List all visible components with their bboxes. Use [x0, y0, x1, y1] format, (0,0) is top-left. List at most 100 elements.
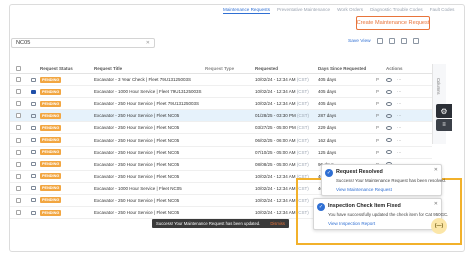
- request-title[interactable]: Excavator - 3 Year Check | Fleet 79U1312…: [94, 77, 205, 82]
- timezone: (CST): [296, 77, 309, 83]
- priority-letter: P: [376, 125, 380, 131]
- column-requested[interactable]: Requested: [255, 66, 318, 71]
- grid-icon[interactable]: [400, 38, 407, 44]
- days-since-requested: 405 days: [318, 77, 337, 83]
- row-checkbox[interactable]: [15, 185, 21, 191]
- gear-icon[interactable]: ⚙: [436, 104, 452, 118]
- requested-value: 10/02/24 - 12:34 AM: [255, 77, 296, 83]
- column-request-title[interactable]: Request Title: [94, 66, 205, 71]
- request-title[interactable]: Excavator - 250 Hour Service | Fleet NC0…: [94, 198, 205, 203]
- requested-value: 10/02/24 - 12:34 AM: [255, 89, 296, 95]
- create-maintenance-request-button[interactable]: Create Maintenance Request: [356, 16, 430, 30]
- request-title[interactable]: Excavator - 1000 Hour Service | Fleet NC…: [94, 186, 205, 191]
- more-icon[interactable]: ···: [397, 150, 402, 155]
- notification-title: Request Resolved: [336, 169, 383, 175]
- request-title[interactable]: Excavator - 250 Hour Service | Fleet NC0…: [94, 174, 205, 179]
- more-icon[interactable]: ···: [397, 113, 402, 118]
- row-checkbox[interactable]: [15, 125, 21, 131]
- tab-preventative-maintenance[interactable]: Preventative Maintenance: [277, 7, 330, 14]
- tab-fault-codes[interactable]: Fault Codes: [430, 7, 455, 14]
- row-checkbox[interactable]: [15, 89, 21, 95]
- status-badge: PENDING: [40, 173, 62, 180]
- notification-body: You have successfully updated the check …: [328, 212, 449, 217]
- request-title[interactable]: Excavator - 250 Hour Service | Fleet NC0…: [94, 162, 205, 167]
- request-title[interactable]: Excavator - 250 Hour Service | Fleet NC0…: [94, 113, 205, 118]
- more-icon[interactable]: ···: [397, 77, 402, 82]
- table-row[interactable]: PENDING Excavator - 1000 Hour Service | F…: [10, 86, 432, 99]
- column-days-since-requested[interactable]: Days Since Requested: [318, 66, 376, 71]
- close-icon[interactable]: ✕: [434, 167, 438, 173]
- table-row[interactable]: PENDING Excavator - 250 Hour Service | Fl…: [10, 122, 432, 135]
- table-row[interactable]: PENDING Excavator - 3 Year Check | Fleet …: [10, 74, 432, 87]
- requested-date: 03/27/25 - 05:00 PM (CST): [255, 125, 318, 130]
- expand-icon[interactable]: [412, 38, 419, 44]
- toast-dismiss-button[interactable]: Dismiss: [270, 221, 285, 226]
- row-checkbox[interactable]: [15, 210, 21, 216]
- status-badge: PENDING: [40, 112, 62, 119]
- save-view-button[interactable]: Save View: [348, 39, 371, 44]
- request-title[interactable]: Excavator - 250 Hour Service | Fleet NC0…: [94, 210, 205, 215]
- table-row[interactable]: PENDING Excavator - 250 Hour Service | Fl…: [10, 134, 432, 147]
- copy-icon[interactable]: [376, 38, 383, 44]
- row-checkbox[interactable]: [15, 113, 21, 119]
- view-icon[interactable]: [386, 138, 392, 143]
- search-input[interactable]: NC05 ✕: [11, 38, 155, 48]
- days-since-requested: 405 days: [318, 101, 337, 107]
- column-request-type[interactable]: Request Type: [205, 66, 255, 71]
- tab-work-orders[interactable]: Work Orders: [337, 7, 363, 14]
- view-maintenance-request-link[interactable]: View Maintenance Request: [336, 187, 392, 192]
- row-checkbox[interactable]: [15, 137, 21, 143]
- help-fab-button[interactable]: (—): [431, 218, 447, 234]
- request-title[interactable]: Excavator - 250 Hour Service | Fleet NC0…: [94, 125, 205, 130]
- view-icon[interactable]: [386, 113, 392, 118]
- requested-date: 07/10/25 - 05:00 AM (CST): [255, 150, 318, 155]
- note-icon: [30, 198, 36, 203]
- row-checkbox[interactable]: [15, 149, 21, 155]
- more-icon[interactable]: ···: [397, 101, 402, 106]
- status-badge: PENDING: [40, 76, 62, 83]
- view-icon[interactable]: [386, 101, 392, 106]
- requested-value: 10/02/24 - 12:34 AM: [255, 210, 296, 216]
- table-row[interactable]: PENDING Excavator - 250 Hour Service | Fl…: [10, 110, 432, 123]
- tab-maintenance-requests[interactable]: Maintenance Requests: [223, 7, 270, 14]
- priority-letter: P: [376, 101, 380, 107]
- row-checkbox[interactable]: [15, 173, 21, 179]
- row-checkbox[interactable]: [15, 77, 21, 83]
- view-inspection-report-link[interactable]: View Inspection Report: [328, 221, 375, 226]
- view-icon[interactable]: [386, 150, 392, 155]
- column-actions: Actions: [386, 66, 403, 71]
- request-title[interactable]: Excavator - 250 Hour Service | Fleet NC0…: [94, 138, 205, 143]
- request-title[interactable]: Excavator - 250 Hour Service | Fleet 79U…: [94, 101, 205, 106]
- x-icon[interactable]: ✕: [146, 40, 150, 46]
- request-title[interactable]: Excavator - 1000 Hour Service | Fleet 79…: [94, 89, 205, 94]
- note-icon: [30, 186, 36, 191]
- view-icon[interactable]: [386, 89, 392, 94]
- tab-diagnostic-trouble-codes[interactable]: Diagnostic Trouble Codes: [370, 7, 423, 14]
- select-all-checkbox[interactable]: [15, 66, 21, 71]
- requested-value: 03/27/25 - 05:00 PM: [255, 125, 296, 131]
- download-icon[interactable]: [388, 38, 395, 44]
- filter-icon[interactable]: ≡: [436, 119, 452, 131]
- timezone: (CST): [296, 101, 309, 107]
- row-checkbox[interactable]: [15, 101, 21, 107]
- table-row[interactable]: PENDING Excavator - 250 Hour Service | Fl…: [10, 147, 432, 159]
- table-row[interactable]: PENDING Excavator - 250 Hour Service | Fl…: [10, 98, 432, 111]
- days-since-requested: 287 days: [318, 113, 337, 119]
- more-icon[interactable]: ···: [397, 125, 402, 130]
- more-icon[interactable]: ···: [397, 138, 402, 143]
- more-icon[interactable]: ···: [397, 89, 402, 94]
- success-toast: Success! Your Maintenance Request has be…: [152, 219, 289, 228]
- view-icon[interactable]: [386, 77, 392, 82]
- requested-date: 10/02/24 - 12:34 AM (CST): [255, 101, 318, 106]
- status-badge: PENDING: [40, 209, 62, 216]
- note-icon: [30, 162, 36, 167]
- days-since-requested: 162 days: [318, 137, 337, 143]
- row-checkbox[interactable]: [15, 161, 21, 167]
- request-title[interactable]: Excavator - 250 Hour Service | Fleet NC0…: [94, 150, 205, 155]
- column-request-status[interactable]: Request Status: [40, 66, 94, 71]
- close-icon[interactable]: ✕: [434, 201, 438, 207]
- requested-value: 06/02/25 - 06:00 AM: [255, 137, 296, 143]
- view-icon[interactable]: [386, 125, 392, 130]
- row-checkbox[interactable]: [15, 197, 21, 203]
- notification-request-resolved: ✓ Request Resolved Success! Your Mainten…: [321, 164, 446, 196]
